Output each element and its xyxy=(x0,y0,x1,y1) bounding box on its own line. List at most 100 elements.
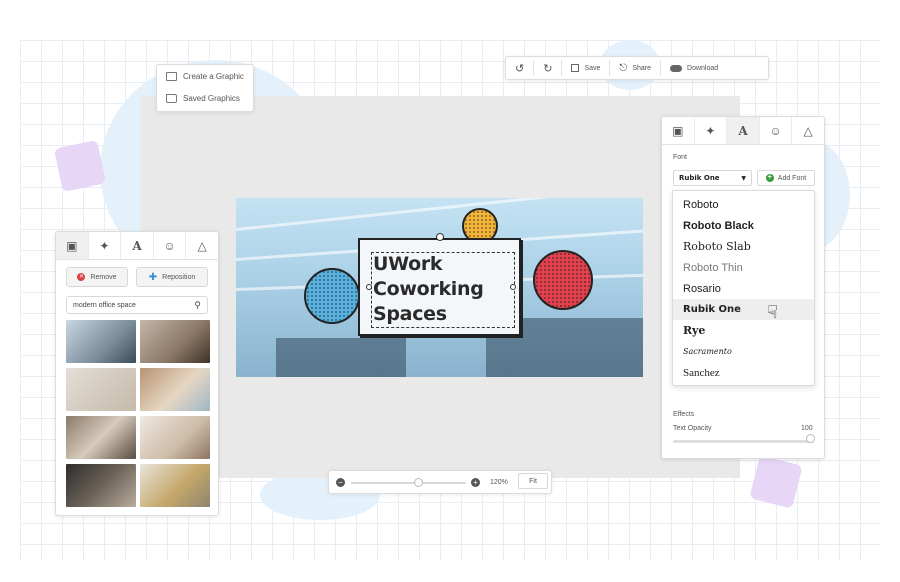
panel-tabs: ▣ ✦ A ☺ △ xyxy=(56,232,218,260)
menu-item-label: Create a Graphic xyxy=(183,71,244,81)
tab-magic[interactable]: ✦ xyxy=(89,232,122,259)
save-button[interactable]: Save xyxy=(562,57,609,79)
save-icon xyxy=(571,64,580,72)
reposition-button[interactable]: ✚ Reposition xyxy=(136,267,208,287)
resize-handle-right[interactable] xyxy=(510,284,516,290)
add-font-label: Add Font xyxy=(777,174,807,182)
image-thumbnail[interactable] xyxy=(66,416,136,459)
remove-button[interactable]: ✕ Remove xyxy=(66,267,128,287)
desk xyxy=(276,338,406,377)
cloud-download-icon xyxy=(670,64,683,72)
image-actions: ✕ Remove ✚ Reposition xyxy=(56,260,218,294)
font-option[interactable]: Roboto Black xyxy=(673,215,814,236)
image-thumbnail[interactable] xyxy=(140,320,210,363)
font-option[interactable]: Roboto xyxy=(673,194,814,215)
tab-emoji[interactable]: ☺ xyxy=(154,232,187,259)
triangle-icon: △ xyxy=(803,123,813,138)
resize-handle-left[interactable] xyxy=(366,284,372,290)
magic-wand-icon: ✦ xyxy=(99,238,110,253)
tab-shapes[interactable]: △ xyxy=(792,117,824,144)
smiley-icon: ☺ xyxy=(163,238,176,253)
headline-text[interactable]: UWork Coworking Spaces xyxy=(373,252,513,327)
reposition-label: Reposition xyxy=(162,273,196,281)
font-dropdown[interactable]: Rubik One ▼ xyxy=(673,170,752,186)
opacity-slider-thumb[interactable] xyxy=(806,434,815,443)
tab-magic[interactable]: ✦ xyxy=(695,117,728,144)
share-label: Share xyxy=(632,64,652,72)
tab-text[interactable]: A xyxy=(121,232,154,259)
download-label: Download xyxy=(687,64,719,72)
plus-icon: + xyxy=(765,174,774,182)
zoom-in-button[interactable]: + xyxy=(471,478,480,487)
share-icon: ⎋ xyxy=(619,62,628,74)
image-icon: ▣ xyxy=(672,123,684,138)
decorative-sticker xyxy=(53,139,107,193)
headline-textbox[interactable]: UWork Coworking Spaces xyxy=(358,238,521,336)
image-thumbnail[interactable] xyxy=(140,368,210,411)
share-button[interactable]: ⎋ Share xyxy=(610,57,660,79)
font-option[interactable]: Sacramento xyxy=(673,341,814,362)
font-option[interactable]: Roboto Slab xyxy=(673,236,814,257)
menu-item-label: Saved Graphics xyxy=(183,93,240,103)
redo-icon: ↻ xyxy=(543,62,553,75)
remove-icon: ✕ xyxy=(77,273,86,281)
text-icon: A xyxy=(132,238,142,253)
image-search-input[interactable]: modern office space ⚲ xyxy=(66,296,208,314)
search-value: modern office space xyxy=(73,301,136,309)
opacity-label: Text Opacity xyxy=(673,425,712,432)
create-graphic-item[interactable]: Create a Graphic xyxy=(157,65,253,87)
tab-shapes[interactable]: △ xyxy=(186,232,218,259)
magic-wand-icon: ✦ xyxy=(705,123,716,138)
saved-graphics-item[interactable]: Saved Graphics xyxy=(157,87,253,109)
font-option[interactable]: Rye xyxy=(673,320,814,341)
font-option[interactable]: Rosario xyxy=(673,278,814,299)
chevron-down-icon: ▼ xyxy=(741,174,746,182)
tab-text[interactable]: A xyxy=(727,117,760,144)
smiley-icon: ☺ xyxy=(769,123,782,138)
ceiling-beam xyxy=(236,198,643,231)
effects-heading: Effects xyxy=(673,411,695,418)
search-icon[interactable]: ⚲ xyxy=(194,300,201,311)
image-thumbnail[interactable] xyxy=(140,416,210,459)
move-icon: ✚ xyxy=(148,271,158,283)
add-font-button[interactable]: + Add Font xyxy=(757,170,815,186)
zoom-value: 120% xyxy=(490,479,508,486)
images-panel: ▣ ✦ A ☺ △ ✕ Remove ✚ Reposition modern o… xyxy=(55,231,219,516)
tab-emoji[interactable]: ☺ xyxy=(760,117,793,144)
image-results xyxy=(56,320,218,507)
opacity-slider[interactable] xyxy=(673,440,814,443)
tab-images[interactable]: ▣ xyxy=(662,117,695,144)
fit-label: Fit xyxy=(529,477,537,485)
undo-icon: ↺ xyxy=(515,62,525,75)
triangle-icon: △ xyxy=(197,238,207,253)
image-thumbnail[interactable] xyxy=(66,464,136,507)
save-label: Save xyxy=(584,64,601,72)
undo-button[interactable]: ↺ xyxy=(506,57,533,79)
red-circle[interactable] xyxy=(533,250,593,310)
image-icon xyxy=(166,71,177,81)
font-option[interactable]: Roboto Thin xyxy=(673,257,814,278)
image-thumbnail[interactable] xyxy=(140,464,210,507)
headline-line: Spaces xyxy=(373,303,447,325)
download-button[interactable]: Download xyxy=(661,57,727,79)
tab-images[interactable]: ▣ xyxy=(56,232,89,259)
font-list: Roboto Roboto Black Roboto Slab Roboto T… xyxy=(672,190,815,386)
rotate-handle[interactable] xyxy=(436,233,444,241)
folder-icon xyxy=(166,93,177,103)
font-option[interactable]: Sanchez xyxy=(673,362,814,383)
image-thumbnail[interactable] xyxy=(66,320,136,363)
zoom-slider[interactable] xyxy=(351,482,466,484)
redo-button[interactable]: ↻ xyxy=(534,57,561,79)
headline-line: Coworking xyxy=(373,278,484,300)
opacity-value: 100 xyxy=(801,425,813,432)
zoom-out-button[interactable]: − xyxy=(336,478,345,487)
blue-circle[interactable] xyxy=(304,268,360,324)
graphics-menu: Create a Graphic Saved Graphics xyxy=(156,64,254,112)
top-toolbar: ↺ ↻ Save ⎋ Share Download xyxy=(505,56,769,80)
selected-font: Rubik One xyxy=(679,174,720,182)
headline-line: UWork xyxy=(373,253,443,275)
image-thumbnail[interactable] xyxy=(66,368,136,411)
font-option[interactable]: Rubik One xyxy=(673,299,814,320)
fit-button[interactable]: Fit xyxy=(518,473,548,489)
zoom-slider-thumb[interactable] xyxy=(414,478,423,487)
